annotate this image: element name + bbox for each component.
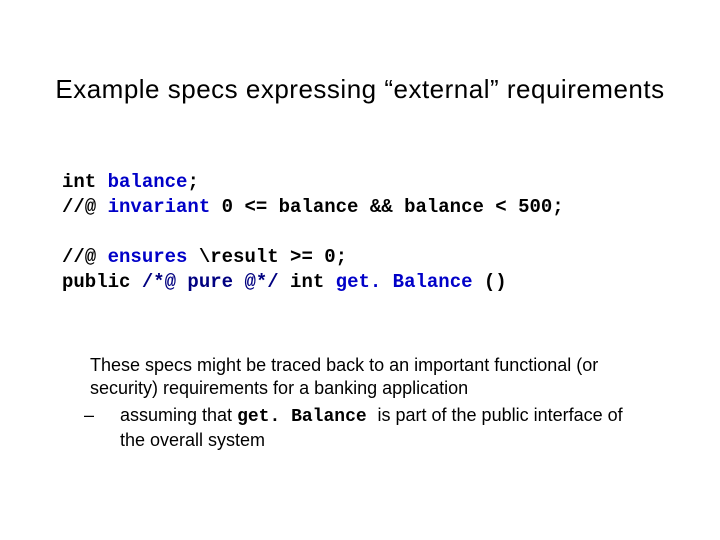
- code-keyword: ensures: [108, 246, 188, 268]
- code-text: int: [279, 271, 336, 293]
- explanation: These specs might be traced back to an i…: [90, 354, 650, 452]
- code-text: ;: [187, 171, 198, 193]
- code-text: //@: [62, 196, 108, 218]
- code-annot: /*@ pure @*/: [142, 271, 279, 293]
- code-text: (): [473, 271, 507, 293]
- dash-icon: –: [102, 404, 120, 427]
- slide: Example specs expressing “external” requ…: [0, 0, 720, 540]
- code-method: get. Balance: [336, 271, 473, 293]
- code-ident: balance: [108, 171, 188, 193]
- code-block: int balance; //@ invariant 0 <= balance …: [62, 170, 564, 295]
- code-text: 0 <= balance && balance < 500;: [210, 196, 563, 218]
- inline-code: get. Balance: [237, 407, 377, 427]
- code-text: int: [62, 171, 108, 193]
- code-text: //@: [62, 246, 108, 268]
- slide-title: Example specs expressing “external” requ…: [0, 74, 720, 105]
- code-text: public: [62, 271, 142, 293]
- explanation-sub-text: assuming that: [120, 405, 237, 425]
- explanation-subitem: –assuming that get. Balance is part of t…: [90, 404, 650, 452]
- explanation-main: These specs might be traced back to an i…: [90, 354, 650, 400]
- code-text: \result >= 0;: [187, 246, 347, 268]
- code-keyword: invariant: [108, 196, 211, 218]
